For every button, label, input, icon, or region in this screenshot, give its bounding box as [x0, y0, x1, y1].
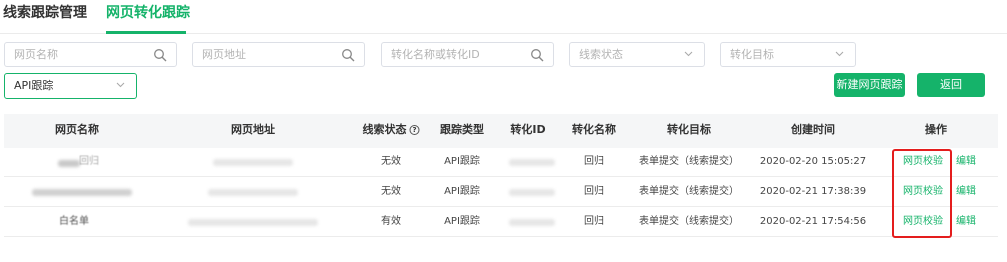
edit-link[interactable]: 编辑 — [956, 186, 976, 198]
tracking-type-cell: API跟踪 — [444, 186, 480, 197]
verify-column-highlight — [892, 149, 952, 238]
lead-status-cell: 无效 — [381, 186, 401, 197]
new-web-tracking-button[interactable]: 新建网页跟踪 — [834, 73, 905, 97]
conversion-name-cell: 回归 — [584, 186, 604, 197]
blurred-conversion-id — [509, 219, 555, 226]
header-actions: 操作 — [925, 123, 947, 136]
tab-bar: 线索跟踪管理 网页转化跟踪 — [0, 0, 1007, 34]
header-lead-status: 线索状态? — [363, 123, 420, 136]
conversion-name-cell: 回归 — [584, 156, 604, 167]
tab-lead-tracking[interactable]: 线索跟踪管理 — [3, 4, 87, 22]
page-name-cell: 白名单 — [59, 216, 89, 227]
table-row: 回归 无效 API跟踪 回归 表单提交（线索提交） 2020-02-20 15:… — [4, 148, 998, 177]
conversion-goal-placeholder: 转化目标 — [730, 48, 774, 61]
conversion-goal-cell: 表单提交（线索提交） — [639, 156, 739, 167]
blurred-page-url — [213, 159, 293, 166]
created-time-cell: 2020-02-20 15:05:27 — [759, 156, 867, 167]
table-row: 无效 API跟踪 回归 表单提交（线索提交） 2020-02-21 17:38:… — [4, 178, 998, 207]
conversion-name-cell: 回归 — [584, 216, 604, 227]
header-lead-status-label: 线索状态 — [362, 123, 407, 136]
lead-status-select[interactable]: 线索状态 — [569, 42, 705, 67]
created-time-cell: 2020-02-21 17:54:56 — [759, 216, 867, 227]
header-tracking-type: 跟踪类型 — [440, 123, 484, 136]
search-icon[interactable] — [153, 48, 167, 62]
tracking-type-cell: API跟踪 — [444, 216, 480, 227]
header-conversion-name: 转化名称 — [572, 123, 616, 136]
header-conversion-goal: 转化目标 — [667, 123, 711, 136]
conversion-goal-cell: 表单提交（线索提交） — [639, 186, 739, 197]
lead-status-cell: 有效 — [381, 216, 401, 227]
header-page-name: 网页名称 — [55, 123, 99, 136]
header-page-url: 网页地址 — [231, 123, 275, 136]
blurred-conversion-id — [509, 159, 555, 166]
back-button[interactable]: 返回 — [917, 73, 985, 97]
tab-web-conversion-tracking[interactable]: 网页转化跟踪 — [106, 4, 190, 22]
lead-status-cell: 无效 — [381, 156, 401, 167]
chevron-down-icon — [684, 51, 693, 57]
search-icon[interactable] — [530, 48, 544, 62]
page-name-cell: 回归 — [79, 156, 99, 167]
active-tab-indicator — [106, 31, 186, 34]
table-row: 白名单 有效 API跟踪 回归 表单提交（线索提交） 2020-02-21 17… — [4, 208, 998, 237]
lead-status-placeholder: 线索状态 — [579, 48, 623, 61]
search-icon[interactable] — [341, 48, 355, 62]
blurred-page-name — [58, 160, 80, 167]
edit-link[interactable]: 编辑 — [956, 216, 976, 228]
created-time-cell: 2020-02-21 17:38:39 — [759, 186, 867, 197]
header-conversion-id: 转化ID — [510, 123, 546, 136]
chevron-down-icon — [116, 82, 125, 88]
blurred-page-name — [32, 189, 132, 196]
page-url-input[interactable]: 网页地址 — [192, 42, 365, 67]
tracking-type-select[interactable]: API跟踪 — [4, 73, 137, 99]
page-name-input[interactable]: 网页名称 — [4, 42, 177, 67]
edit-link[interactable]: 编辑 — [956, 156, 976, 168]
blurred-page-url — [208, 189, 298, 196]
table-header: 网页名称 网页地址 线索状态? 跟踪类型 转化ID 转化名称 转化目标 创建时间… — [4, 114, 998, 148]
help-icon[interactable]: ? — [409, 125, 420, 135]
conversion-name-id-input[interactable]: 转化名称或转化ID — [381, 42, 554, 67]
header-created-time: 创建时间 — [791, 123, 835, 136]
conversion-goal-cell: 表单提交（线索提交） — [639, 216, 739, 227]
page-url-placeholder: 网页地址 — [202, 48, 246, 61]
conversion-placeholder: 转化名称或转化ID — [391, 48, 480, 61]
tracking-type-value: API跟踪 — [14, 79, 54, 92]
tracking-type-cell: API跟踪 — [444, 156, 480, 167]
conversion-goal-select[interactable]: 转化目标 — [720, 42, 856, 67]
blurred-conversion-id — [509, 189, 555, 196]
blurred-page-url — [188, 219, 318, 226]
chevron-down-icon — [835, 51, 844, 57]
page-name-placeholder: 网页名称 — [14, 48, 58, 61]
